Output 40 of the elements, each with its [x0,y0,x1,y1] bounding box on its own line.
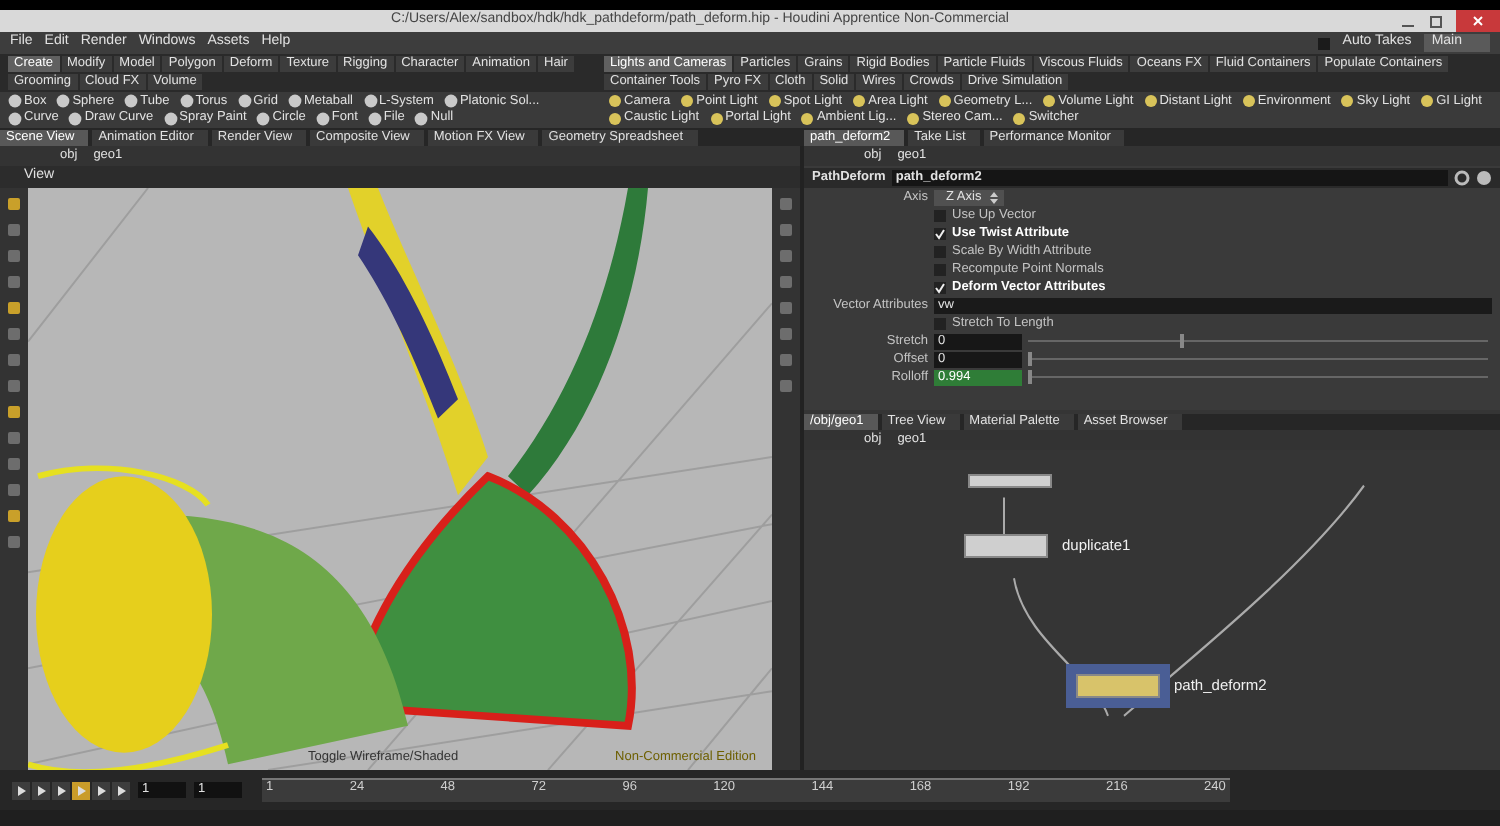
light-icon[interactable] [680,93,695,108]
node[interactable] [964,533,1048,558]
light-icon[interactable] [709,111,724,126]
close-icon[interactable] [1456,10,1500,32]
checkbox[interactable] [934,227,946,240]
light-icon[interactable] [852,93,867,108]
maximize-icon[interactable] [1428,13,1444,29]
help-icon[interactable] [1476,169,1492,186]
gear-icon[interactable] [1454,169,1470,186]
checkbox[interactable] [934,281,946,294]
light-icon[interactable] [608,111,622,126]
light-icon[interactable] [1143,93,1158,108]
sphere-icon[interactable] [124,93,139,108]
light-icon[interactable] [1042,93,1057,108]
light-icon[interactable] [608,93,622,108]
playback-icon[interactable] [92,781,110,799]
node[interactable] [968,473,1052,488]
light-icon[interactable] [937,93,952,108]
light-icon[interactable] [1340,93,1355,108]
playback-icon[interactable] [112,781,130,799]
checkbox[interactable] [934,317,946,330]
slider-handle[interactable] [1028,352,1032,367]
playback-icon[interactable] [72,781,90,799]
playback-icon[interactable] [32,781,50,799]
auto-takes-checkbox[interactable] [1318,37,1331,49]
playback-icon[interactable] [52,781,70,799]
light-icon[interactable] [1420,93,1435,108]
slider-handle[interactable] [1028,370,1032,385]
checkbox[interactable] [934,209,946,222]
light-icon[interactable] [1241,93,1256,108]
slider-handle[interactable] [1179,334,1184,349]
light-icon[interactable] [800,111,815,126]
checkbox[interactable] [934,263,946,276]
checkbox[interactable] [934,245,946,258]
light-icon[interactable] [767,93,782,108]
light-icon[interactable] [906,111,921,126]
playback-icon[interactable] [12,781,30,799]
viewport-scene-drawing[interactable] [28,187,772,770]
updown-arrows-icon [989,191,998,204]
light-icon[interactable] [1012,111,1027,126]
